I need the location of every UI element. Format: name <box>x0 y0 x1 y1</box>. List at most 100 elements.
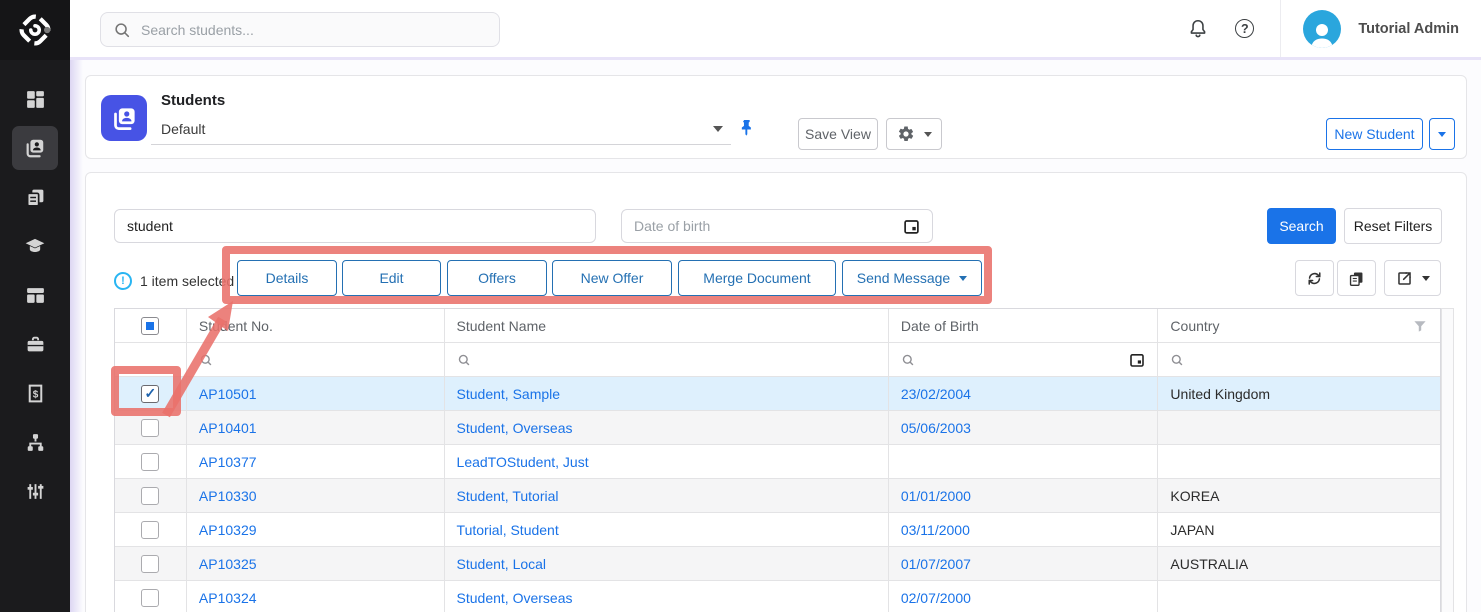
export-icon <box>1396 270 1413 287</box>
table-row[interactable]: AP10330 Student, Tutorial 01/01/2000 KOR… <box>115 479 1440 513</box>
search-icon <box>1170 353 1184 367</box>
student-dob-link[interactable]: 05/06/2003 <box>901 420 971 436</box>
row-checkbox[interactable] <box>141 419 159 437</box>
table-row[interactable]: AP10501 Student, Sample 23/02/2004 Unite… <box>115 377 1440 411</box>
selection-status: ! 1 item selected <box>114 272 234 290</box>
sidebar-item-students[interactable] <box>12 126 58 170</box>
student-dob-link[interactable]: 23/02/2004 <box>901 386 971 402</box>
calendar-icon[interactable] <box>903 218 920 235</box>
new-student-button[interactable]: New Student <box>1326 118 1423 150</box>
student-country: KOREA <box>1170 488 1219 504</box>
column-header-student-no[interactable]: Student No. <box>187 309 445 342</box>
table-row[interactable]: AP10401 Student, Overseas 05/06/2003 <box>115 411 1440 445</box>
student-country: United Kingdom <box>1170 386 1270 402</box>
avatar[interactable] <box>1303 10 1341 48</box>
table-row[interactable]: AP10377 LeadTOStudent, Just <box>115 445 1440 479</box>
offers-button[interactable]: Offers <box>447 260 547 296</box>
sliders-icon <box>25 481 46 502</box>
column-header-country[interactable]: Country <box>1158 309 1440 342</box>
student-name-link[interactable]: Student, Overseas <box>457 590 573 606</box>
reset-filters-button[interactable]: Reset Filters <box>1344 208 1442 244</box>
row-checkbox[interactable] <box>141 589 159 607</box>
help-button[interactable]: ? <box>1235 19 1254 38</box>
app-logo[interactable] <box>0 0 70 60</box>
student-dob-link[interactable]: 01/01/2000 <box>901 488 971 504</box>
student-name-link[interactable]: Tutorial, Student <box>457 522 559 538</box>
students-table: Student No. Student Name Date of Birth C… <box>114 308 1441 612</box>
notifications-button[interactable] <box>1187 18 1209 40</box>
funnel-icon[interactable] <box>1412 318 1428 334</box>
student-dob-link[interactable]: 03/11/2000 <box>901 522 970 538</box>
copy-button[interactable] <box>1337 260 1376 296</box>
sidebar-item-boards[interactable] <box>12 273 58 317</box>
new-offer-button[interactable]: New Offer <box>552 260 672 296</box>
refresh-button[interactable] <box>1295 260 1334 296</box>
student-name-link[interactable]: Student, Sample <box>457 386 561 402</box>
new-student-dropdown-button[interactable] <box>1429 118 1455 150</box>
sidebar-item-documents[interactable] <box>12 175 58 219</box>
student-no-link[interactable]: AP10325 <box>199 556 257 572</box>
sidebar-item-courses[interactable] <box>12 224 58 268</box>
sidebar-item-settings[interactable] <box>12 469 58 513</box>
pin-view-button[interactable] <box>737 118 756 137</box>
row-checkbox[interactable] <box>141 487 159 505</box>
search-icon <box>113 21 131 39</box>
students-app-window: $ <box>0 0 1481 612</box>
table-body: AP10501 Student, Sample 23/02/2004 Unite… <box>115 377 1440 612</box>
student-no-link[interactable]: AP10330 <box>199 488 257 504</box>
send-message-button[interactable]: Send Message <box>842 260 982 296</box>
dob-filter-input[interactable]: Date of birth <box>621 209 933 243</box>
user-name[interactable]: Tutorial Admin <box>1358 21 1459 37</box>
sidebar-item-jobs[interactable] <box>12 322 58 366</box>
table-row[interactable]: AP10325 Student, Local 01/07/2007 AUSTRA… <box>115 547 1440 581</box>
student-no-link[interactable]: AP10501 <box>199 386 257 402</box>
gear-icon <box>897 125 915 143</box>
student-name-link[interactable]: Student, Tutorial <box>457 488 559 504</box>
student-dob-link[interactable]: 02/07/2000 <box>901 590 971 606</box>
save-view-button[interactable]: Save View <box>798 118 878 150</box>
select-all-checkbox[interactable] <box>141 317 159 335</box>
student-no-link[interactable]: AP10329 <box>199 522 257 538</box>
student-country: AUSTRALIA <box>1170 556 1248 572</box>
search-button[interactable]: Search <box>1267 208 1336 244</box>
student-no-link[interactable]: AP10324 <box>199 590 257 606</box>
student-name-link[interactable]: LeadTOStudent, Just <box>457 454 589 470</box>
global-search-input[interactable]: Search students... <box>100 12 500 47</box>
filter-input-dob[interactable] <box>889 343 1159 376</box>
table-scrollbar[interactable] <box>1441 308 1454 612</box>
table-row[interactable]: AP10329 Tutorial, Student 03/11/2000 JAP… <box>115 513 1440 547</box>
topbar: Search students... ? Tutorial Admin <box>70 0 1481 60</box>
dashboard-icon <box>25 89 46 110</box>
edit-button[interactable]: Edit <box>342 260 441 296</box>
sidebar-item-dashboard[interactable] <box>12 77 58 121</box>
view-select[interactable]: Default <box>151 114 731 145</box>
filter-input-country[interactable] <box>1158 343 1440 376</box>
sidebar-item-workflow[interactable] <box>12 420 58 464</box>
calendar-icon[interactable] <box>1129 352 1145 368</box>
row-checkbox[interactable] <box>141 521 159 539</box>
row-checkbox[interactable] <box>141 453 159 471</box>
student-no-link[interactable]: AP10377 <box>199 454 257 470</box>
view-settings-button[interactable] <box>886 118 942 150</box>
sidebar-item-invoices[interactable]: $ <box>12 371 58 415</box>
chevron-down-icon <box>713 126 723 132</box>
students-icon <box>24 137 46 159</box>
row-checkbox[interactable] <box>141 385 159 403</box>
topbar-divider <box>1280 0 1281 57</box>
keyword-filter-input[interactable]: student <box>114 209 596 243</box>
merge-document-button[interactable]: Merge Document <box>678 260 836 296</box>
student-name-link[interactable]: Student, Overseas <box>457 420 573 436</box>
filter-input-student-name[interactable] <box>445 343 889 376</box>
student-name-link[interactable]: Student, Local <box>457 556 547 572</box>
student-no-link[interactable]: AP10401 <box>199 420 257 436</box>
table-filter-row <box>115 343 1440 377</box>
details-button[interactable]: Details <box>237 260 337 296</box>
student-dob-link[interactable]: 01/07/2007 <box>901 556 971 572</box>
export-button[interactable] <box>1384 260 1441 296</box>
row-checkbox[interactable] <box>141 555 159 573</box>
column-header-dob[interactable]: Date of Birth <box>889 309 1159 342</box>
network-icon <box>25 432 46 453</box>
filter-input-student-no[interactable] <box>187 343 445 376</box>
table-row[interactable]: AP10324 Student, Overseas 02/07/2000 <box>115 581 1440 612</box>
column-header-student-name[interactable]: Student Name <box>445 309 889 342</box>
